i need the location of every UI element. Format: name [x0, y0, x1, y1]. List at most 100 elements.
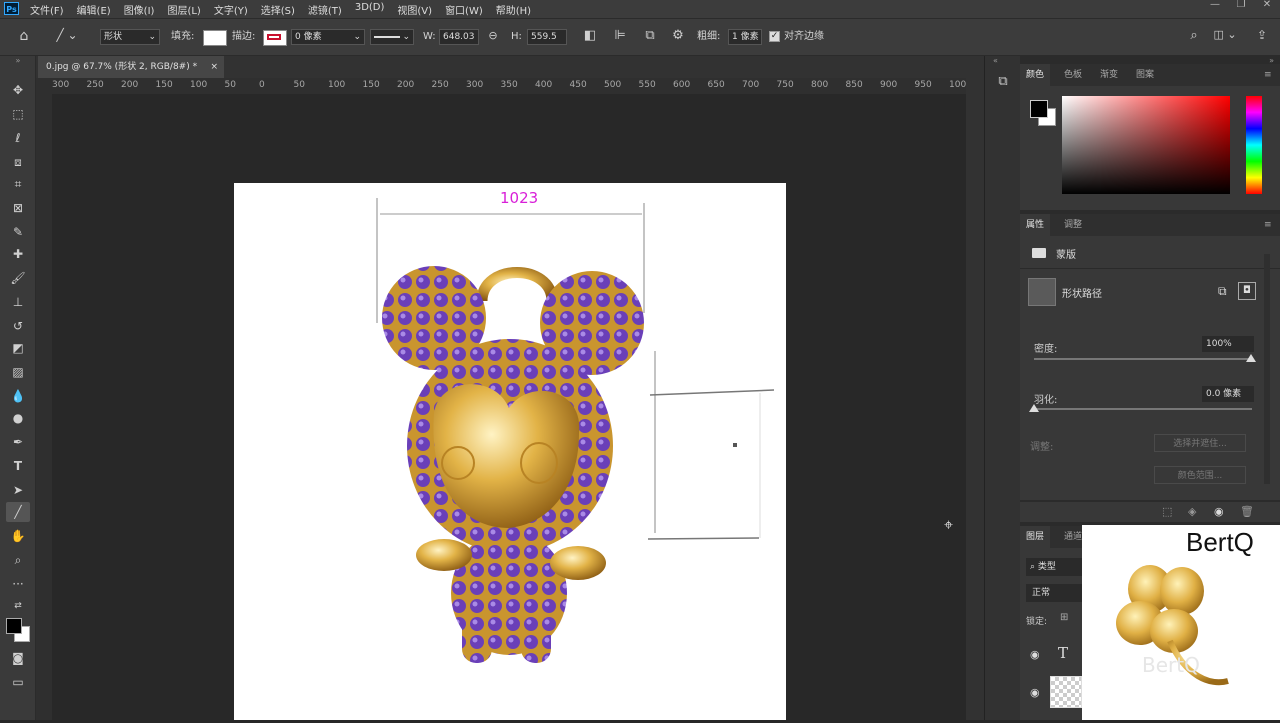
menu-file[interactable]: 文件(F): [30, 2, 64, 17]
gear-icon[interactable]: ⚙: [668, 28, 688, 46]
thickness-field[interactable]: 1 像素: [728, 29, 762, 45]
frame-tool-icon[interactable]: ⊠: [6, 198, 30, 218]
collapse-arrows-icon[interactable]: »: [6, 56, 30, 68]
move-tool-icon[interactable]: ✥: [6, 80, 30, 100]
crop-tool-icon[interactable]: ⌗: [6, 174, 30, 194]
workspace-icon[interactable]: ◫ ⌄: [1211, 28, 1239, 46]
height-field[interactable]: 559.5 像: [527, 29, 567, 45]
close-tab-icon[interactable]: ×: [210, 56, 218, 78]
line-tool-preset-icon[interactable]: ╱ ⌄: [52, 28, 82, 46]
tab-properties[interactable]: 属性: [1020, 214, 1051, 236]
stroke-width-field[interactable]: 0 像素 ⌄: [291, 29, 365, 45]
stroke-type-select[interactable]: ⌄: [370, 29, 414, 45]
line-tool-icon[interactable]: ╱: [6, 502, 30, 522]
eyedropper-tool-icon[interactable]: ✎: [6, 222, 30, 242]
hand-tool-icon[interactable]: ✋: [6, 526, 30, 546]
path-arrangement-icon[interactable]: ⧉: [640, 28, 660, 46]
vertical-ruler[interactable]: [36, 94, 53, 720]
dodge-tool-icon[interactable]: ●: [6, 408, 30, 428]
lasso-tool-icon[interactable]: ℓ: [6, 128, 30, 148]
photoshop-logo-icon[interactable]: Ps: [4, 2, 19, 15]
density-slider-handle[interactable]: [1246, 354, 1256, 362]
tab-adjustments[interactable]: 调整: [1064, 214, 1082, 236]
trash-icon[interactable]: 🗑: [1240, 505, 1254, 518]
document-canvas[interactable]: 1023: [234, 183, 786, 720]
panel-menu-icon[interactable]: ≡: [1264, 214, 1272, 236]
history-brush-tool-icon[interactable]: ↺: [6, 316, 30, 336]
path-selection-tool-icon[interactable]: ➤: [6, 480, 30, 500]
width-field[interactable]: 648.03: [439, 29, 479, 45]
lock-transparent-icon[interactable]: ⊞: [1060, 612, 1068, 623]
collapse-arrows-icon[interactable]: «: [993, 56, 998, 65]
menu-layer[interactable]: 图层(L): [167, 2, 200, 17]
minimize-button[interactable]: —: [1202, 0, 1228, 12]
swap-colors-icon[interactable]: ⇄: [6, 596, 30, 616]
feather-slider[interactable]: [1034, 408, 1252, 410]
tab-channels[interactable]: 通道: [1064, 526, 1082, 548]
clone-stamp-tool-icon[interactable]: ⊥: [6, 292, 30, 312]
shape-path-thumbnail[interactable]: [1028, 278, 1056, 306]
tab-layers[interactable]: 图层: [1020, 526, 1051, 548]
vertical-scrollbar[interactable]: [966, 78, 984, 720]
foreground-color-swatch[interactable]: [6, 618, 22, 634]
brush-tool-icon[interactable]: 🖌: [6, 268, 30, 288]
maximize-button[interactable]: ❐: [1228, 0, 1254, 12]
path-operations-icon[interactable]: ◧: [580, 28, 600, 46]
tab-patterns[interactable]: 图案: [1136, 64, 1154, 86]
align-edges-checkbox[interactable]: ✓: [769, 31, 780, 42]
blur-tool-icon[interactable]: 💧: [6, 386, 30, 406]
select-and-mask-button[interactable]: 选择并遮住...: [1154, 434, 1246, 452]
object-select-tool-icon[interactable]: ⧈: [6, 152, 30, 172]
marquee-tool-icon[interactable]: ⬚: [6, 104, 30, 124]
properties-scrollbar[interactable]: [1264, 254, 1270, 484]
more-tools-icon[interactable]: ···: [6, 574, 30, 594]
menu-3d[interactable]: 3D(D): [355, 2, 385, 17]
add-mask-icon[interactable]: ⧉: [1218, 284, 1227, 299]
quick-mask-icon[interactable]: ◙: [6, 648, 30, 668]
gradient-tool-icon[interactable]: ▨: [6, 362, 30, 382]
eye-icon[interactable]: ◉: [1214, 505, 1224, 518]
tab-swatches[interactable]: 色板: [1064, 64, 1082, 86]
feather-field[interactable]: 0.0 像素: [1202, 386, 1254, 402]
feather-slider-handle[interactable]: [1029, 404, 1039, 412]
share-icon[interactable]: ⇪: [1252, 28, 1272, 46]
color-field[interactable]: [1062, 96, 1230, 194]
load-selection-icon[interactable]: ⬚: [1162, 505, 1172, 518]
path-alignment-icon[interactable]: ⊫: [610, 28, 630, 46]
menu-filter[interactable]: 滤镜(T): [308, 2, 342, 17]
stroke-swatch[interactable]: [263, 30, 287, 46]
type-tool-icon[interactable]: T: [6, 456, 30, 476]
close-window-button[interactable]: ✕: [1254, 0, 1280, 12]
screen-mode-icon[interactable]: ▭: [6, 672, 30, 692]
density-field[interactable]: 100%: [1202, 336, 1254, 352]
density-slider[interactable]: [1034, 358, 1252, 360]
tab-gradients[interactable]: 渐变: [1100, 64, 1118, 86]
layer-visibility-eye-icon[interactable]: ◉: [1030, 686, 1040, 699]
tab-color[interactable]: 颜色: [1020, 64, 1051, 86]
zoom-tool-icon[interactable]: ⌕: [6, 550, 30, 570]
search-icon[interactable]: ⌕: [1185, 28, 1203, 46]
healing-brush-tool-icon[interactable]: ✚: [6, 244, 30, 264]
mask-options-icon[interactable]: ◘: [1238, 282, 1256, 300]
fill-swatch[interactable]: [203, 30, 227, 46]
menu-view[interactable]: 视图(V): [397, 2, 432, 17]
menu-image[interactable]: 图像(I): [124, 2, 155, 17]
apply-mask-icon[interactable]: ◈: [1188, 505, 1196, 518]
link-icon[interactable]: ⊖: [484, 29, 502, 45]
shape-layer-thumbnail[interactable]: [1050, 676, 1082, 708]
pen-tool-icon[interactable]: ✒: [6, 432, 30, 452]
menu-type[interactable]: 文字(Y): [214, 2, 248, 17]
menu-help[interactable]: 帮助(H): [496, 2, 531, 17]
home-icon[interactable]: ⌂: [14, 28, 34, 46]
hue-slider[interactable]: [1246, 96, 1262, 194]
history-panel-icon[interactable]: ⧉: [993, 74, 1013, 94]
eraser-tool-icon[interactable]: ◩: [6, 338, 30, 358]
document-tab[interactable]: 0.jpg @ 67.7% (形状 2, RGB/8#) * ×: [38, 56, 224, 78]
tool-mode-select[interactable]: 形状 ⌄: [100, 29, 160, 45]
color-range-button[interactable]: 颜色范围...: [1154, 466, 1246, 484]
horizontal-ruler[interactable]: 300 250 200 150 100 50 0 50 100 150 200 250 300 350 40…: [52, 78, 966, 95]
menu-select[interactable]: 选择(S): [261, 2, 295, 17]
panel-menu-icon[interactable]: ≡: [1264, 64, 1272, 86]
menu-edit[interactable]: 编辑(E): [77, 2, 111, 17]
layer-visibility-eye-icon[interactable]: ◉: [1030, 648, 1040, 661]
